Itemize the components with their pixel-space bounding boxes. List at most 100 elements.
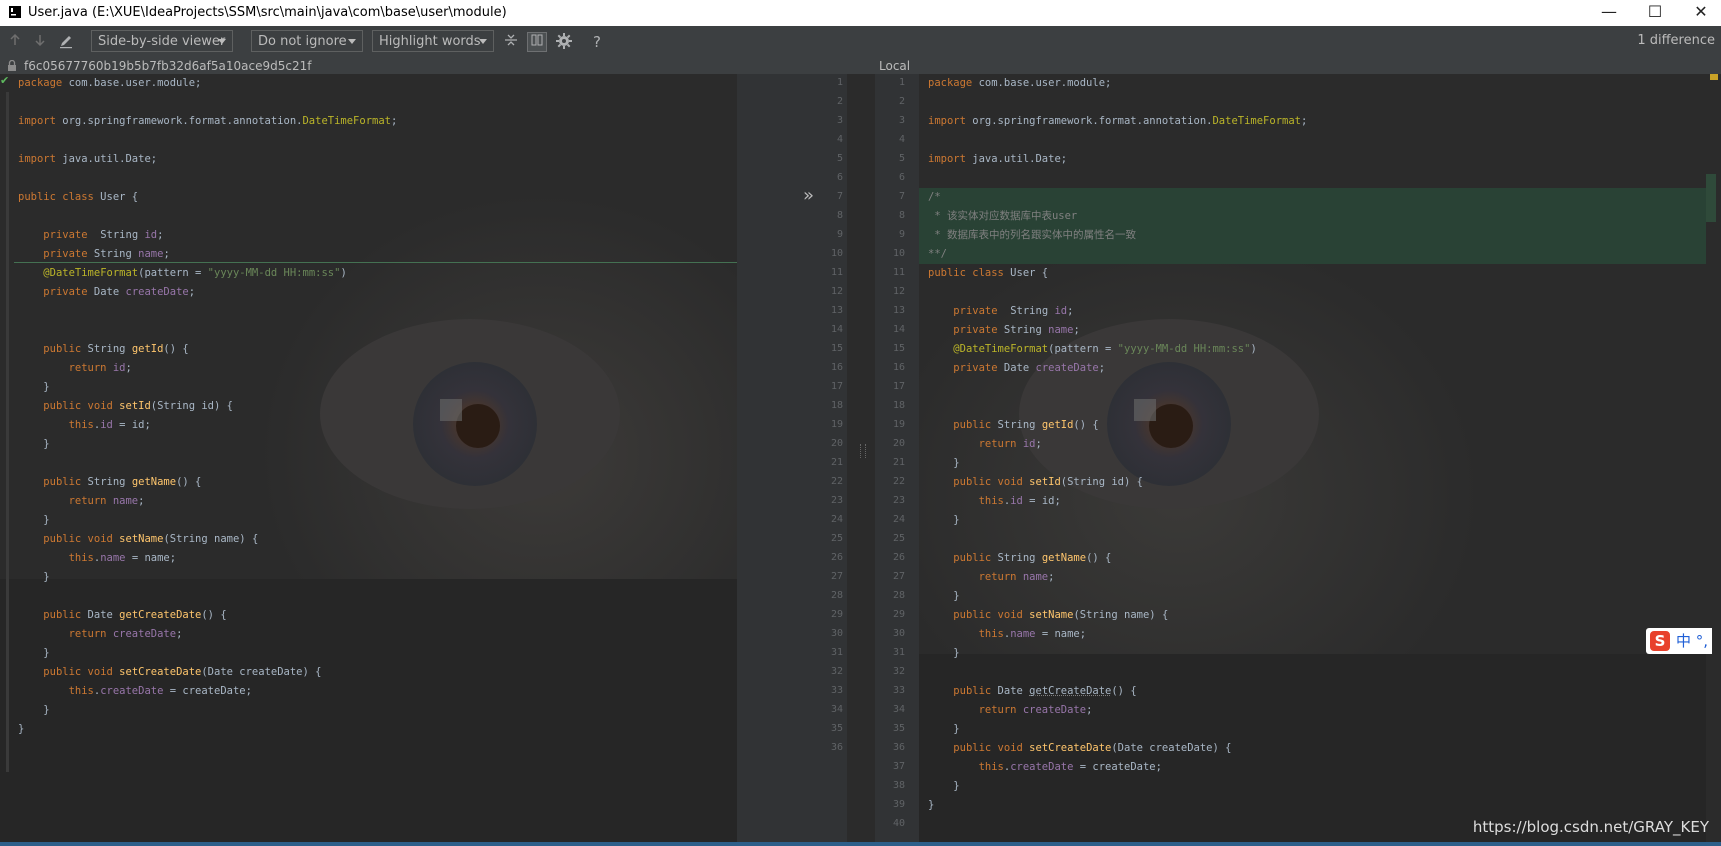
line-number: 32 <box>879 666 905 677</box>
line-number: 3 <box>817 115 843 126</box>
code-line: return name; <box>928 568 1054 587</box>
line-number: 15 <box>879 343 905 354</box>
line-number: 1 <box>879 77 905 88</box>
left-revision-hash: f6c05677760b19b5b7fb32d6af5a10ace9d5c21f <box>24 58 311 74</box>
code-line: /* <box>928 188 941 207</box>
maximize-button[interactable]: ☐ <box>1632 0 1678 26</box>
minimize-button[interactable]: — <box>1586 0 1632 26</box>
line-number: 29 <box>879 609 905 620</box>
code-line: } <box>18 511 50 530</box>
difference-count: 1 difference <box>1637 33 1715 48</box>
line-number: 21 <box>817 457 843 468</box>
highlight-mode-label: Highlight words <box>379 34 481 49</box>
code-line: } <box>928 511 960 530</box>
line-number: 2 <box>817 96 843 107</box>
code-line: } <box>18 435 50 454</box>
line-number: 38 <box>879 780 905 791</box>
window-title: User.java (E:\XUE\IdeaProjects\SSM\src\m… <box>28 5 507 20</box>
line-number: 36 <box>879 742 905 753</box>
line-number: 22 <box>879 476 905 487</box>
ignore-mode-dropdown[interactable]: Do not ignore <box>251 30 363 52</box>
line-number: 9 <box>817 229 843 240</box>
code-line: package com.base.user.module; <box>18 74 201 93</box>
previous-difference-icon[interactable] <box>6 33 24 51</box>
code-line: } <box>928 777 960 796</box>
line-number: 4 <box>817 134 843 145</box>
code-line: } <box>928 720 960 739</box>
collapse-unchanged-icon[interactable] <box>502 33 520 51</box>
code-line: return createDate; <box>928 701 1092 720</box>
viewer-mode-dropdown[interactable]: Side-by-side viewer <box>91 30 233 52</box>
code-line: this.name = name; <box>928 625 1086 644</box>
line-number: 20 <box>817 438 843 449</box>
settings-gear-icon[interactable] <box>555 33 573 51</box>
code-line: * 该实体对应数据库中表user <box>928 207 1077 226</box>
code-line: } <box>928 587 960 606</box>
code-line: private String id; <box>18 226 163 245</box>
line-number: 12 <box>879 286 905 297</box>
code-line: import java.util.Date; <box>18 150 157 169</box>
line-number: 28 <box>817 590 843 601</box>
line-number: 8 <box>879 210 905 221</box>
window-title-bar: User.java (E:\XUE\IdeaProjects\SSM\src\m… <box>0 0 1721 26</box>
splitter-grip[interactable] <box>860 444 866 458</box>
ime-mode-text: 中 °, <box>1676 632 1708 650</box>
code-line: return createDate; <box>18 625 182 644</box>
line-number: 4 <box>879 134 905 145</box>
line-number: 10 <box>879 248 905 259</box>
code-line: this.id = id; <box>928 492 1061 511</box>
code-line: public String getId() { <box>18 340 189 359</box>
code-line: } <box>18 644 50 663</box>
scrollbar-warning-marker <box>1710 74 1718 80</box>
close-button[interactable]: ✕ <box>1678 0 1721 26</box>
line-number: 13 <box>817 305 843 316</box>
line-number: 18 <box>817 400 843 411</box>
highlight-mode-dropdown[interactable]: Highlight words <box>372 30 494 52</box>
sync-scroll-icon[interactable] <box>527 32 547 52</box>
help-icon[interactable]: ? <box>588 33 606 51</box>
code-line: } <box>928 644 960 663</box>
viewer-mode-label: Side-by-side viewer <box>98 34 225 49</box>
code-line: public class User { <box>928 264 1048 283</box>
line-number: 20 <box>879 438 905 449</box>
right-editor[interactable]: package com.base.user.module; import org… <box>919 74 1721 846</box>
code-line: public void setId(String id) { <box>928 473 1143 492</box>
right-code: package com.base.user.module; import org… <box>928 74 1708 846</box>
line-number: 23 <box>817 495 843 506</box>
line-number: 34 <box>817 704 843 715</box>
code-line: } <box>928 796 934 815</box>
next-difference-icon[interactable] <box>31 33 49 51</box>
line-number: 34 <box>879 704 905 715</box>
code-line: } <box>18 720 24 739</box>
line-number: 16 <box>879 362 905 373</box>
edit-source-icon[interactable] <box>57 33 75 51</box>
code-line: public class User { <box>18 188 138 207</box>
code-line: public String getId() { <box>928 416 1099 435</box>
line-number: 6 <box>879 172 905 183</box>
line-number: 16 <box>817 362 843 373</box>
line-number: 19 <box>879 419 905 430</box>
code-line: private Date createDate; <box>18 283 195 302</box>
chevron-down-icon <box>348 39 356 44</box>
code-line: this.createDate = createDate; <box>18 682 252 701</box>
apply-change-icon[interactable]: » <box>803 186 825 208</box>
code-line: import java.util.Date; <box>928 150 1067 169</box>
code-line: @DateTimeFormat(pattern = "yyyy-MM-dd HH… <box>928 340 1257 359</box>
line-number: 26 <box>817 552 843 563</box>
line-number: 24 <box>879 514 905 525</box>
left-editor[interactable]: ✔ package com.base.user.module; import o… <box>0 74 737 846</box>
code-line: return id; <box>928 435 1042 454</box>
line-number: 35 <box>817 723 843 734</box>
code-line: public void setName(String name) { <box>18 530 258 549</box>
scrollbar-diff-marker <box>1706 174 1716 222</box>
code-line: private String name; <box>928 321 1080 340</box>
line-number: 32 <box>817 666 843 677</box>
line-number: 12 <box>817 286 843 297</box>
code-line: return id; <box>18 359 132 378</box>
ime-status-indicator[interactable]: S 中 °, <box>1646 628 1712 654</box>
right-panel-label: Local <box>879 58 910 74</box>
line-number: 30 <box>817 628 843 639</box>
line-number: 17 <box>879 381 905 392</box>
line-number: 11 <box>879 267 905 278</box>
line-number: 19 <box>817 419 843 430</box>
